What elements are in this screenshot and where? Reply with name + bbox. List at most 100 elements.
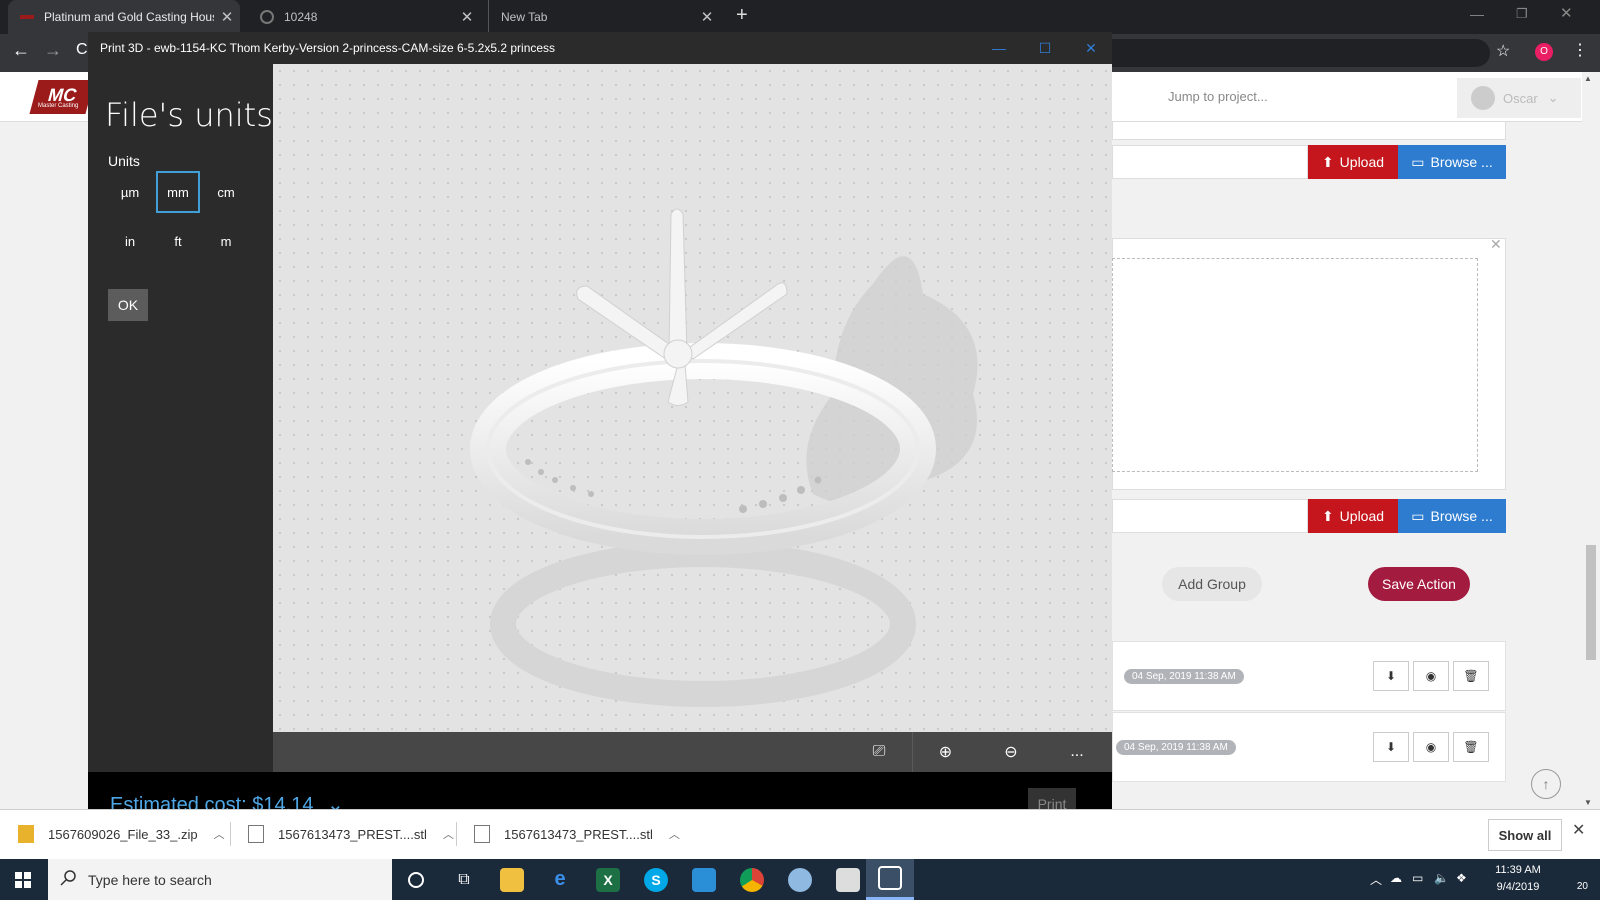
upload-button[interactable]: ⬆ Upload: [1308, 145, 1398, 179]
page-scrollbar-thumb[interactable]: [1586, 545, 1596, 660]
excel-icon[interactable]: X: [584, 859, 632, 900]
trash-icon[interactable]: 🗑: [1453, 661, 1489, 691]
trash-icon[interactable]: 🗑: [1453, 732, 1489, 762]
profile-avatar[interactable]: O: [1535, 43, 1553, 61]
ring-reflection: [490, 541, 916, 707]
form-field: [1112, 122, 1506, 140]
unit-option-ft[interactable]: ft: [156, 220, 200, 262]
show-all-button[interactable]: Show all: [1488, 819, 1562, 851]
3d-viewport[interactable]: [273, 64, 1112, 732]
dropbox-icon[interactable]: ❖: [1456, 871, 1467, 885]
restore-window-icon[interactable]: ❐: [1516, 6, 1528, 22]
site-favicon-icon: [20, 15, 34, 19]
print3d-maximize-icon[interactable]: ☐: [1022, 32, 1068, 64]
chevron-up-icon[interactable]: ︿: [443, 826, 454, 842]
onedrive-icon[interactable]: ☁: [1390, 871, 1402, 885]
folder-icon: ▭: [1411, 153, 1425, 170]
new-tab-button[interactable]: +: [736, 4, 748, 27]
ring-model[interactable]: [273, 64, 1112, 732]
close-tab-icon[interactable]: ✕: [694, 8, 720, 26]
jump-to-project-input[interactable]: Jump to project...: [1162, 80, 1452, 114]
download-item[interactable]: 1567613473_PREST....stl ︿: [248, 809, 454, 859]
tab-title: 10248: [284, 10, 318, 24]
more-options-icon[interactable]: ...: [1044, 732, 1110, 772]
chevron-down-icon: ⌄: [1547, 90, 1559, 105]
back-arrow-icon[interactable]: ←: [12, 40, 30, 61]
page-scrollbar[interactable]: [1582, 72, 1600, 809]
unit-option-mm[interactable]: mm: [156, 171, 200, 213]
unit-option-m[interactable]: m: [204, 220, 248, 262]
paint-icon[interactable]: [776, 859, 824, 900]
start-button[interactable]: [0, 859, 46, 900]
menu-kebab-icon[interactable]: ⋮: [1572, 40, 1588, 60]
scroll-to-top-icon[interactable]: ↑: [1531, 769, 1561, 799]
download-icon[interactable]: ⬇: [1373, 661, 1409, 691]
file-explorer-icon[interactable]: [488, 859, 536, 900]
unit-option-cm[interactable]: cm: [204, 171, 248, 213]
bookmark-star-icon[interactable]: ☆: [1496, 41, 1510, 61]
download-icon[interactable]: ⬇: [1373, 732, 1409, 762]
reload-icon[interactable]: C: [76, 41, 88, 59]
units-label: Units: [108, 153, 140, 169]
zoom-in-icon[interactable]: ⊕: [912, 732, 978, 772]
unit-option-in[interactable]: in: [108, 220, 152, 262]
print3d-close-icon[interactable]: ✕: [1068, 32, 1114, 64]
tab-new-tab[interactable]: New Tab ✕: [488, 0, 720, 34]
chevron-up-icon[interactable]: ︿: [669, 826, 680, 842]
close-window-icon[interactable]: ✕: [1560, 4, 1573, 22]
tab-strip: [0, 0, 1600, 34]
browse-button[interactable]: ▭ Browse ...: [1398, 145, 1506, 179]
tab-platinum-gold[interactable]: Platinum and Gold Casting House ✕: [8, 0, 240, 34]
panel-title: File's units: [105, 96, 273, 134]
skype-icon[interactable]: S: [632, 859, 680, 900]
address-bar[interactable]: [1090, 39, 1490, 67]
browse-button[interactable]: ▭ Browse ...: [1398, 499, 1506, 533]
system-clock[interactable]: 11:39 AM 9/4/2019: [1486, 862, 1550, 896]
download-item[interactable]: 1567613473_PREST....stl ︿: [474, 809, 680, 859]
stl-file-icon: [248, 825, 264, 843]
add-group-button[interactable]: Add Group: [1162, 567, 1262, 601]
download-item[interactable]: 1567609026_File_33_.zip ︿: [18, 809, 225, 859]
close-tab-icon[interactable]: ✕: [454, 8, 480, 26]
taskbar-search-input[interactable]: Type here to search: [48, 859, 392, 900]
upload-icon: ⬆: [1321, 507, 1334, 524]
cortana-icon[interactable]: [392, 859, 440, 900]
unit-option-um[interactable]: µm: [108, 171, 152, 213]
action-center-icon[interactable]: 20: [1562, 866, 1588, 892]
app-icon[interactable]: [824, 859, 872, 900]
reset-view-icon[interactable]: ⎚: [846, 732, 912, 772]
save-action-button[interactable]: Save Action: [1368, 567, 1470, 601]
print3d-minimize-icon[interactable]: —: [976, 32, 1022, 64]
photos-icon[interactable]: [680, 859, 728, 900]
file-name-field[interactable]: [1112, 499, 1308, 533]
show-hidden-icons-icon[interactable]: ︿: [1370, 871, 1382, 888]
task-view-icon[interactable]: ⧉: [440, 859, 488, 900]
close-icon[interactable]: ✕: [1490, 236, 1502, 253]
scroll-down-arrow-icon[interactable]: ▼: [1584, 798, 1592, 807]
print3d-icon[interactable]: [866, 859, 914, 900]
downloads-bar: [0, 809, 1600, 859]
user-name: Oscar: [1503, 90, 1538, 106]
close-tab-icon[interactable]: ✕: [214, 8, 240, 26]
view-eye-icon[interactable]: ◉: [1413, 732, 1449, 762]
windows-logo-icon: [15, 871, 31, 888]
view-eye-icon[interactable]: ◉: [1413, 661, 1449, 691]
close-downloads-icon[interactable]: ✕: [1572, 820, 1585, 840]
volume-icon[interactable]: 🔈: [1434, 871, 1449, 885]
tab-10248[interactable]: 10248 ✕: [248, 0, 480, 34]
download-filename: 1567613473_PREST....stl: [278, 826, 427, 842]
minimize-window-icon[interactable]: —: [1470, 6, 1484, 22]
upload-button[interactable]: ⬆ Upload: [1308, 499, 1398, 533]
edge-icon[interactable]: e: [536, 859, 584, 900]
file-name-field[interactable]: [1112, 145, 1308, 179]
network-icon[interactable]: ▭: [1412, 871, 1423, 885]
file-drop-zone[interactable]: [1112, 258, 1478, 472]
chevron-up-icon[interactable]: ︿: [214, 826, 225, 842]
forward-arrow-icon[interactable]: →: [44, 40, 62, 61]
scroll-up-arrow-icon[interactable]: ▲: [1584, 74, 1592, 83]
zip-file-icon: [18, 825, 34, 843]
ok-button[interactable]: OK: [108, 289, 148, 321]
user-menu[interactable]: Oscar ⌄: [1457, 78, 1581, 118]
zoom-out-icon[interactable]: ⊖: [978, 732, 1044, 772]
chrome-icon[interactable]: [728, 859, 776, 900]
